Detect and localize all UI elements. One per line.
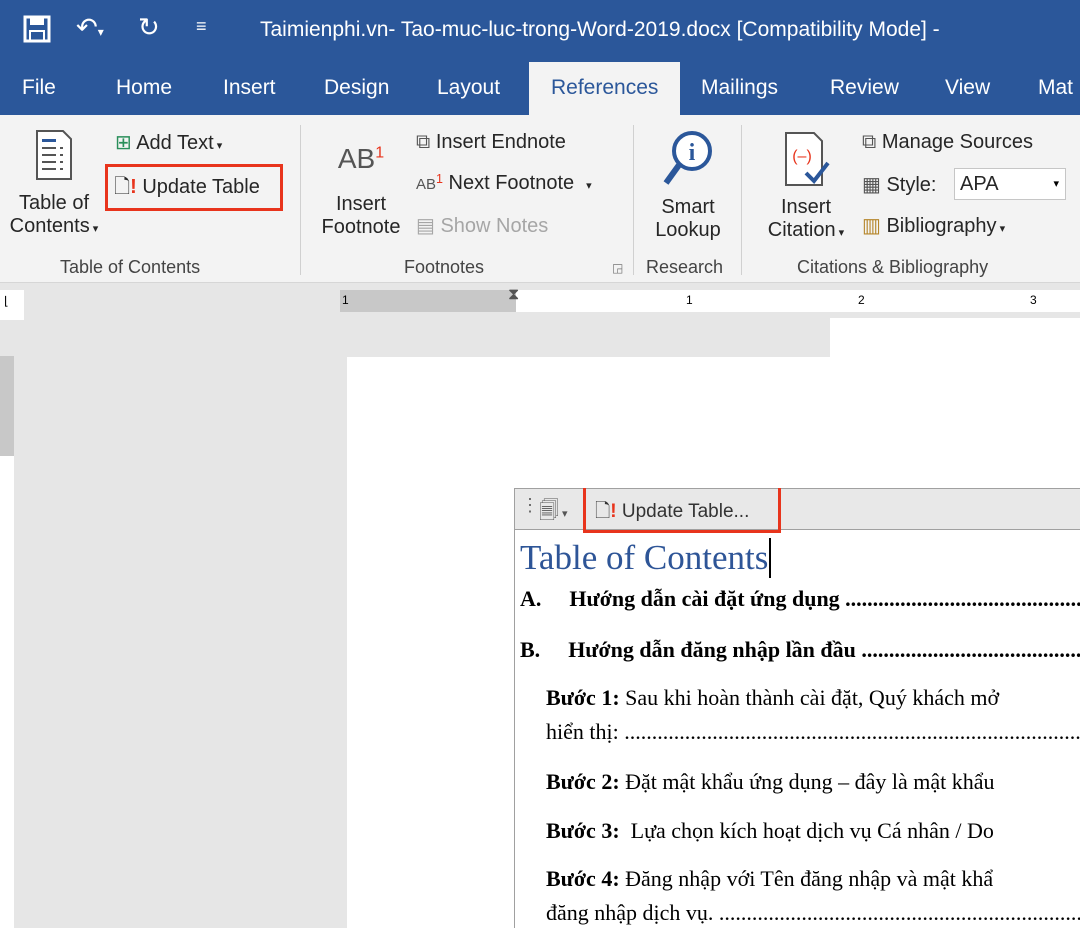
style-label: ▦ Style: — [862, 174, 937, 196]
add-text-icon: ⊞ — [115, 132, 132, 154]
save-icon[interactable] — [22, 14, 52, 51]
toc-title: Table of Contents — [520, 538, 772, 578]
divider — [633, 125, 634, 275]
toc-entry[interactable]: Bước 1: Sau khi hoàn thành cài đặt, Quý … — [546, 685, 999, 711]
insert-citation-button[interactable]: (–) Insert Citation ▾ — [756, 129, 856, 242]
tab-view[interactable]: View — [945, 76, 990, 100]
ruler-mark: 3 — [1030, 293, 1037, 307]
bibliography-icon: ▥ — [862, 215, 881, 237]
smart-lookup-icon: i — [663, 131, 712, 185]
ruler-mark: 1 — [686, 293, 693, 307]
bibliography-button[interactable]: ▥ Bibliography ▾ — [862, 213, 1005, 238]
dialog-launcher-icon[interactable]: ◲ — [612, 261, 623, 275]
group-label-citations: Citations & Bibliography — [797, 257, 989, 277]
divider — [741, 125, 742, 275]
toc-entry[interactable]: Bước 4: Đăng nhập với Tên đăng nhập và m… — [546, 866, 993, 892]
horizontal-ruler[interactable]: 1 1 2 3 ⧗ — [340, 286, 1080, 312]
update-table-button[interactable]: 🗋! Update Table — [114, 172, 260, 206]
tab-layout[interactable]: Layout — [437, 76, 500, 100]
ruler-mark: 1 — [342, 293, 349, 307]
chevron-down-icon: ▾ — [586, 180, 592, 192]
svg-text:(–): (–) — [792, 148, 812, 165]
chevron-down-icon: ▾ — [213, 140, 223, 152]
drag-handle-icon[interactable]: ⋮ — [521, 495, 539, 516]
toc-entry[interactable]: Bước 2: Đặt mật khẩu ứng dụng – đây là m… — [546, 769, 995, 795]
insert-footnote-button[interactable]: AB1 Insert Footnote — [316, 143, 406, 239]
insert-endnote-icon: ⧉ — [416, 131, 431, 153]
citation-label-line2: Citation — [767, 219, 836, 241]
toc-control-toolbar: ⋮ 🗐 ▾ 🗋! Update Table... — [515, 488, 1080, 533]
tab-review[interactable]: Review — [830, 76, 899, 100]
chevron-down-icon: ▾ — [89, 223, 99, 235]
toc-entry-continuation[interactable]: hiển thị: ..............................… — [546, 719, 1080, 745]
vertical-ruler-margin — [0, 356, 14, 456]
window-title: Taimienphi.vn- Tao-muc-luc-trong-Word-20… — [260, 18, 940, 41]
tab-home[interactable]: Home — [116, 76, 172, 100]
update-table-icon: 🗋! — [595, 501, 617, 522]
tab-mailings[interactable]: Mailings — [701, 76, 778, 100]
smart-lookup-button[interactable]: i Smart Lookup — [648, 129, 728, 242]
update-table-icon: 🗋! — [114, 176, 137, 198]
ruler-margin — [340, 290, 516, 312]
style-icon: ▦ — [862, 174, 881, 196]
toc-entry[interactable]: B. Hướng dẫn đăng nhập lần đầu ..........… — [520, 637, 1080, 663]
insert-footnote-icon: AB1 — [337, 143, 385, 174]
tab-design[interactable]: Design — [324, 76, 389, 100]
svg-text:i: i — [689, 140, 696, 166]
chevron-down-icon: ▾ — [1053, 178, 1059, 190]
toc-content-control[interactable]: ⋮ 🗐 ▾ 🗋! Update Table... Table of Conten… — [514, 488, 1080, 928]
add-text-button[interactable]: ⊞ Add Text ▾ — [115, 130, 222, 155]
ribbon: Table of Contents ▾ ⊞ Add Text ▾ 🗋! Upda… — [0, 115, 1080, 283]
indent-marker[interactable]: ⧗ — [508, 286, 519, 304]
redo-icon[interactable]: ↻ — [138, 12, 160, 43]
tab-insert[interactable]: Insert — [223, 76, 276, 100]
insert-citation-icon: (–) — [785, 132, 830, 186]
manage-sources-icon: ⧉ — [862, 131, 877, 153]
chevron-down-icon: ▾ — [835, 227, 845, 239]
toc-update-table-button[interactable]: 🗋! Update Table... — [595, 497, 749, 529]
toc-entry[interactable]: A. Hướng dẫn cài đặt ứng dụng ...........… — [520, 586, 1080, 612]
group-label-research: Research — [646, 257, 724, 277]
toc-label-line2: Contents — [9, 215, 90, 237]
show-notes-icon: ▤ — [416, 215, 435, 237]
next-footnote-button[interactable]: AB1 Next Footnote ▾ — [416, 172, 592, 195]
manage-sources-button[interactable]: ⧉ Manage Sources — [862, 131, 1033, 154]
group-label-footnotes: Footnotes — [404, 257, 485, 277]
customize-quick-access-icon[interactable]: ≡ — [196, 16, 207, 37]
chevron-down-icon: ▾ — [996, 223, 1006, 235]
tab-mathtype[interactable]: Mat — [1038, 76, 1073, 100]
tab-selector[interactable]: ⌊ — [0, 290, 24, 320]
tab-references[interactable]: References — [529, 62, 681, 115]
toc-entry-continuation[interactable]: đăng nhập dịch vụ. .....................… — [546, 900, 1080, 926]
tab-file[interactable]: File — [22, 76, 56, 100]
divider — [300, 125, 301, 275]
toc-entry[interactable]: Bước 3: Lựa chọn kích hoạt dịch vụ Cá nh… — [546, 818, 994, 844]
show-notes-button[interactable]: ▤ Show Notes — [416, 213, 548, 238]
table-of-contents-icon — [36, 130, 72, 180]
table-of-contents-button[interactable]: Table of Contents ▾ — [4, 129, 104, 249]
next-footnote-icon: AB1 — [416, 172, 443, 193]
insert-endnote-button[interactable]: ⧉ Insert Endnote — [416, 131, 566, 154]
title-bar: ↶▾ ↻ ≡ Taimienphi.vn- Tao-muc-luc-trong-… — [0, 0, 1080, 62]
undo-icon[interactable]: ↶▾ — [76, 12, 104, 43]
toc-menu-icon[interactable]: 🗐 ▾ — [539, 496, 568, 530]
page-area — [830, 318, 1080, 358]
ruler-mark: 2 — [858, 293, 865, 307]
ribbon-tabs: File Home Insert Design Layout Reference… — [0, 62, 1080, 115]
style-dropdown[interactable]: APA ▾ — [954, 168, 1066, 200]
group-label-toc: Table of Contents — [60, 257, 201, 277]
